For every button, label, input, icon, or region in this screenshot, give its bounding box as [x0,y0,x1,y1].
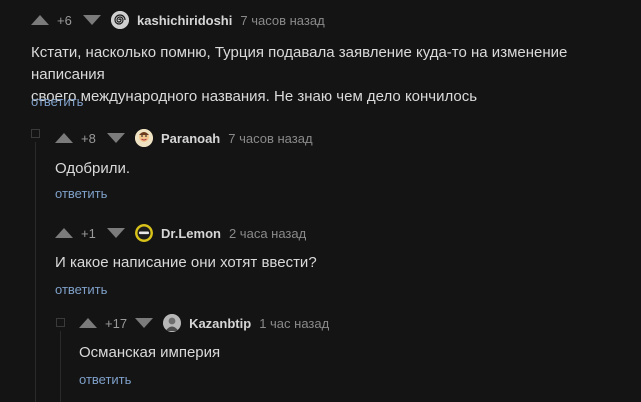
downvote-icon[interactable] [135,318,154,328]
comment-text: Османская империя [79,342,220,364]
comment-header: +1 Dr.Lemon 2 часа назад [55,223,306,243]
thread-line [60,331,61,402]
upvote-icon[interactable] [79,318,97,328]
comment-rating: +6 [57,12,72,28]
comment-header: +8 Paranoah 7 часов назад [55,128,313,148]
comment-rating: +8 [81,130,96,146]
comment-text: Кстати, насколько помню, Турция подавала… [31,42,641,108]
reply-link[interactable]: ответить [31,94,83,109]
avatar-photo-icon[interactable] [163,314,182,332]
thread-line [35,142,36,402]
comment-header: +6 kashichiridoshi 7 часов назад [31,10,325,30]
comment-author[interactable]: Paranoah [161,131,220,146]
comment-rating: +17 [105,315,128,331]
comment-time: 7 часов назад [240,12,325,28]
comment-text: И какое написание они хотят ввести? [55,252,317,274]
comment-text-line: своего международного названия. Не знаю … [31,88,478,105]
reply-link[interactable]: ответить [79,372,131,387]
comment-time: 1 час назад [259,315,330,331]
upvote-icon[interactable] [55,133,73,143]
comment-rating: +1 [81,225,96,241]
reply-link[interactable]: ответить [55,186,107,201]
avatar-spiral-icon[interactable] [111,11,129,29]
collapse-thread-button[interactable] [56,318,65,327]
upvote-icon[interactable] [31,15,49,25]
collapse-thread-button[interactable] [31,129,40,138]
comment-text-line: И какое написание они хотят ввести? [55,254,317,271]
avatar-face-icon[interactable] [135,129,153,147]
comment-author[interactable]: Dr.Lemon [161,226,221,241]
downvote-icon[interactable] [107,228,125,238]
comment-header: +17 Kazanbtip 1 час назад [79,313,329,333]
comment-author[interactable]: Kazanbtip [189,316,251,331]
downvote-icon[interactable] [83,15,101,25]
comment-time: 2 часа назад [228,225,307,241]
comment-text: Одобрили. [55,158,130,180]
comment-time: 7 часов назад [228,130,313,146]
comment-text-line: Кстати, насколько помню, Турция подавала… [31,44,568,83]
avatar-lemon-icon[interactable] [135,224,153,242]
comment-text-line: Одобрили. [55,160,131,177]
downvote-icon[interactable] [107,133,125,143]
upvote-icon[interactable] [55,228,73,238]
reply-link[interactable]: ответить [55,282,107,297]
comment-author[interactable]: kashichiridoshi [137,13,232,28]
comment-text-line: Османская империя [79,344,221,361]
